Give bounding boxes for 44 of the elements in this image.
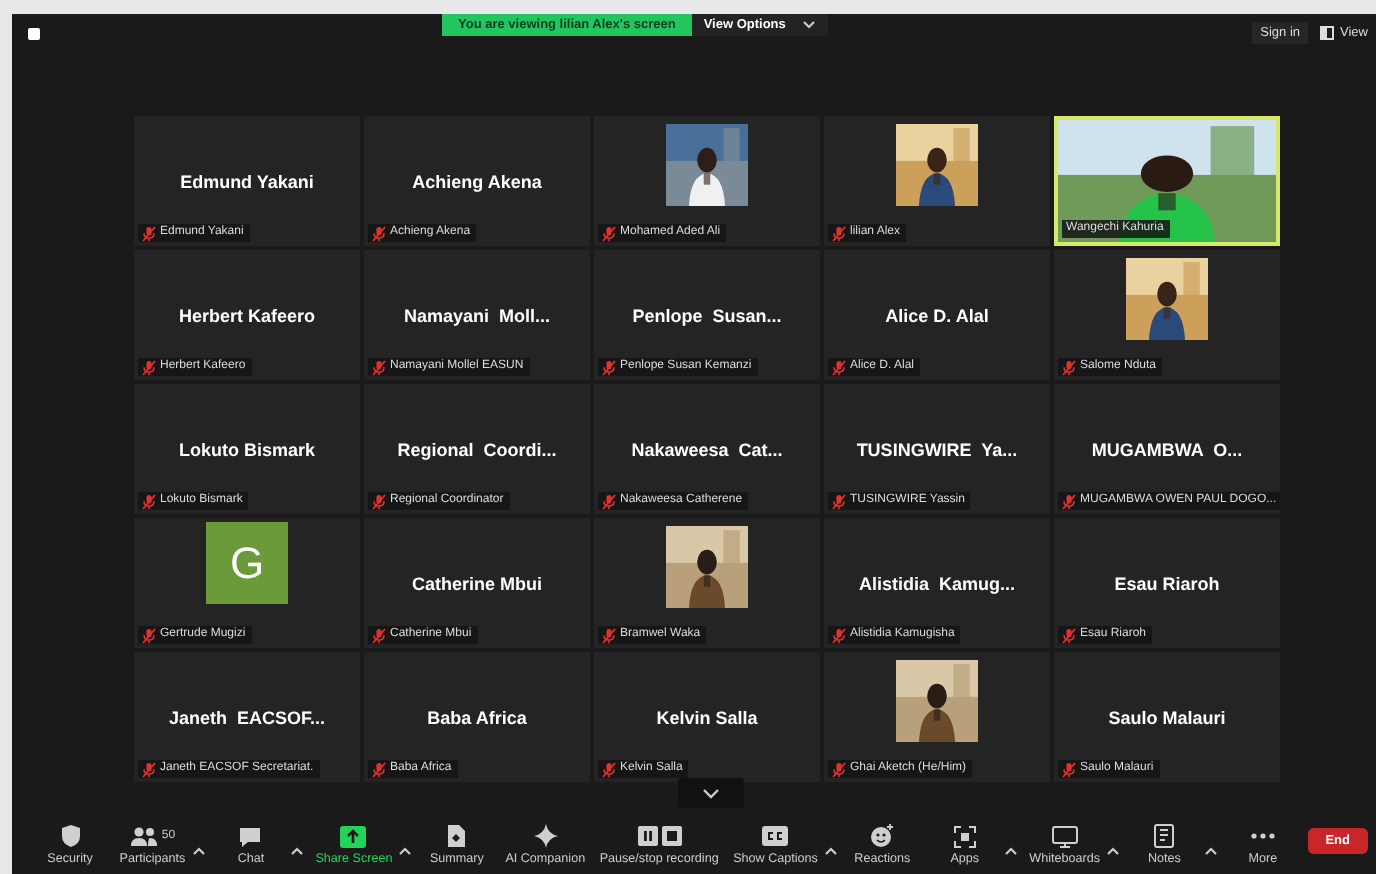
caret-icon[interactable]	[801, 20, 816, 30]
participant-name: Kelvin Salla	[656, 707, 758, 727]
participant-name: Baba Africa	[427, 707, 527, 727]
participant-name: Namayani Moll...	[403, 305, 551, 325]
caret-icon[interactable]	[1204, 846, 1219, 856]
window-icon[interactable]	[28, 28, 40, 40]
participant-name: Penlope Susan...	[632, 305, 782, 325]
captions-icon	[762, 826, 789, 846]
chat-icon	[238, 825, 263, 847]
whiteboard-icon	[1051, 825, 1078, 847]
smiley-icon	[870, 824, 895, 848]
participant-name: Esau Riaroh	[1114, 573, 1220, 593]
avatar: G	[206, 522, 288, 604]
participant-name: Lokuto Bismark	[178, 439, 315, 459]
chevron-icon	[702, 787, 720, 799]
caret-icon[interactable]	[1106, 846, 1120, 856]
sparkle-icon	[533, 824, 558, 848]
caret-icon[interactable]	[398, 846, 413, 856]
document-icon	[446, 824, 467, 848]
more-icon	[1249, 832, 1276, 840]
participant-name: Saulo Malauri	[1108, 707, 1226, 727]
participant-name: Edmund Yakani	[180, 171, 314, 191]
share-screen-icon	[340, 825, 367, 847]
pause-stop-icon	[637, 826, 682, 846]
people-icon	[129, 826, 158, 846]
participant-name: Catherine Mbui	[411, 573, 542, 593]
caret-icon[interactable]	[290, 846, 305, 856]
participant-name: Janeth EACSOF...	[168, 707, 326, 727]
participant-name: Herbert Kafeero	[178, 305, 316, 325]
participant-name: Nakaweesa Cat...	[631, 439, 783, 459]
participant-name: Achieng Akena	[412, 171, 542, 191]
participant-name: Alice D. Alal	[885, 305, 989, 325]
participant-name: Alistidia Kamug...	[858, 573, 1015, 593]
participant-name: Regional Coordi...	[397, 439, 557, 459]
grid-icon	[1320, 26, 1335, 40]
caret-icon[interactable]	[192, 846, 207, 856]
caret-icon[interactable]	[1004, 846, 1019, 856]
participant-name: MUGAMBWA O...	[1091, 439, 1243, 459]
apps-icon	[953, 825, 976, 847]
participant-name: TUSINGWIRE Ya...	[856, 439, 1018, 459]
notes-icon	[1154, 824, 1175, 848]
caret-icon[interactable]	[823, 846, 838, 856]
collapse-button[interactable]	[678, 778, 744, 808]
shield-icon	[59, 824, 81, 848]
